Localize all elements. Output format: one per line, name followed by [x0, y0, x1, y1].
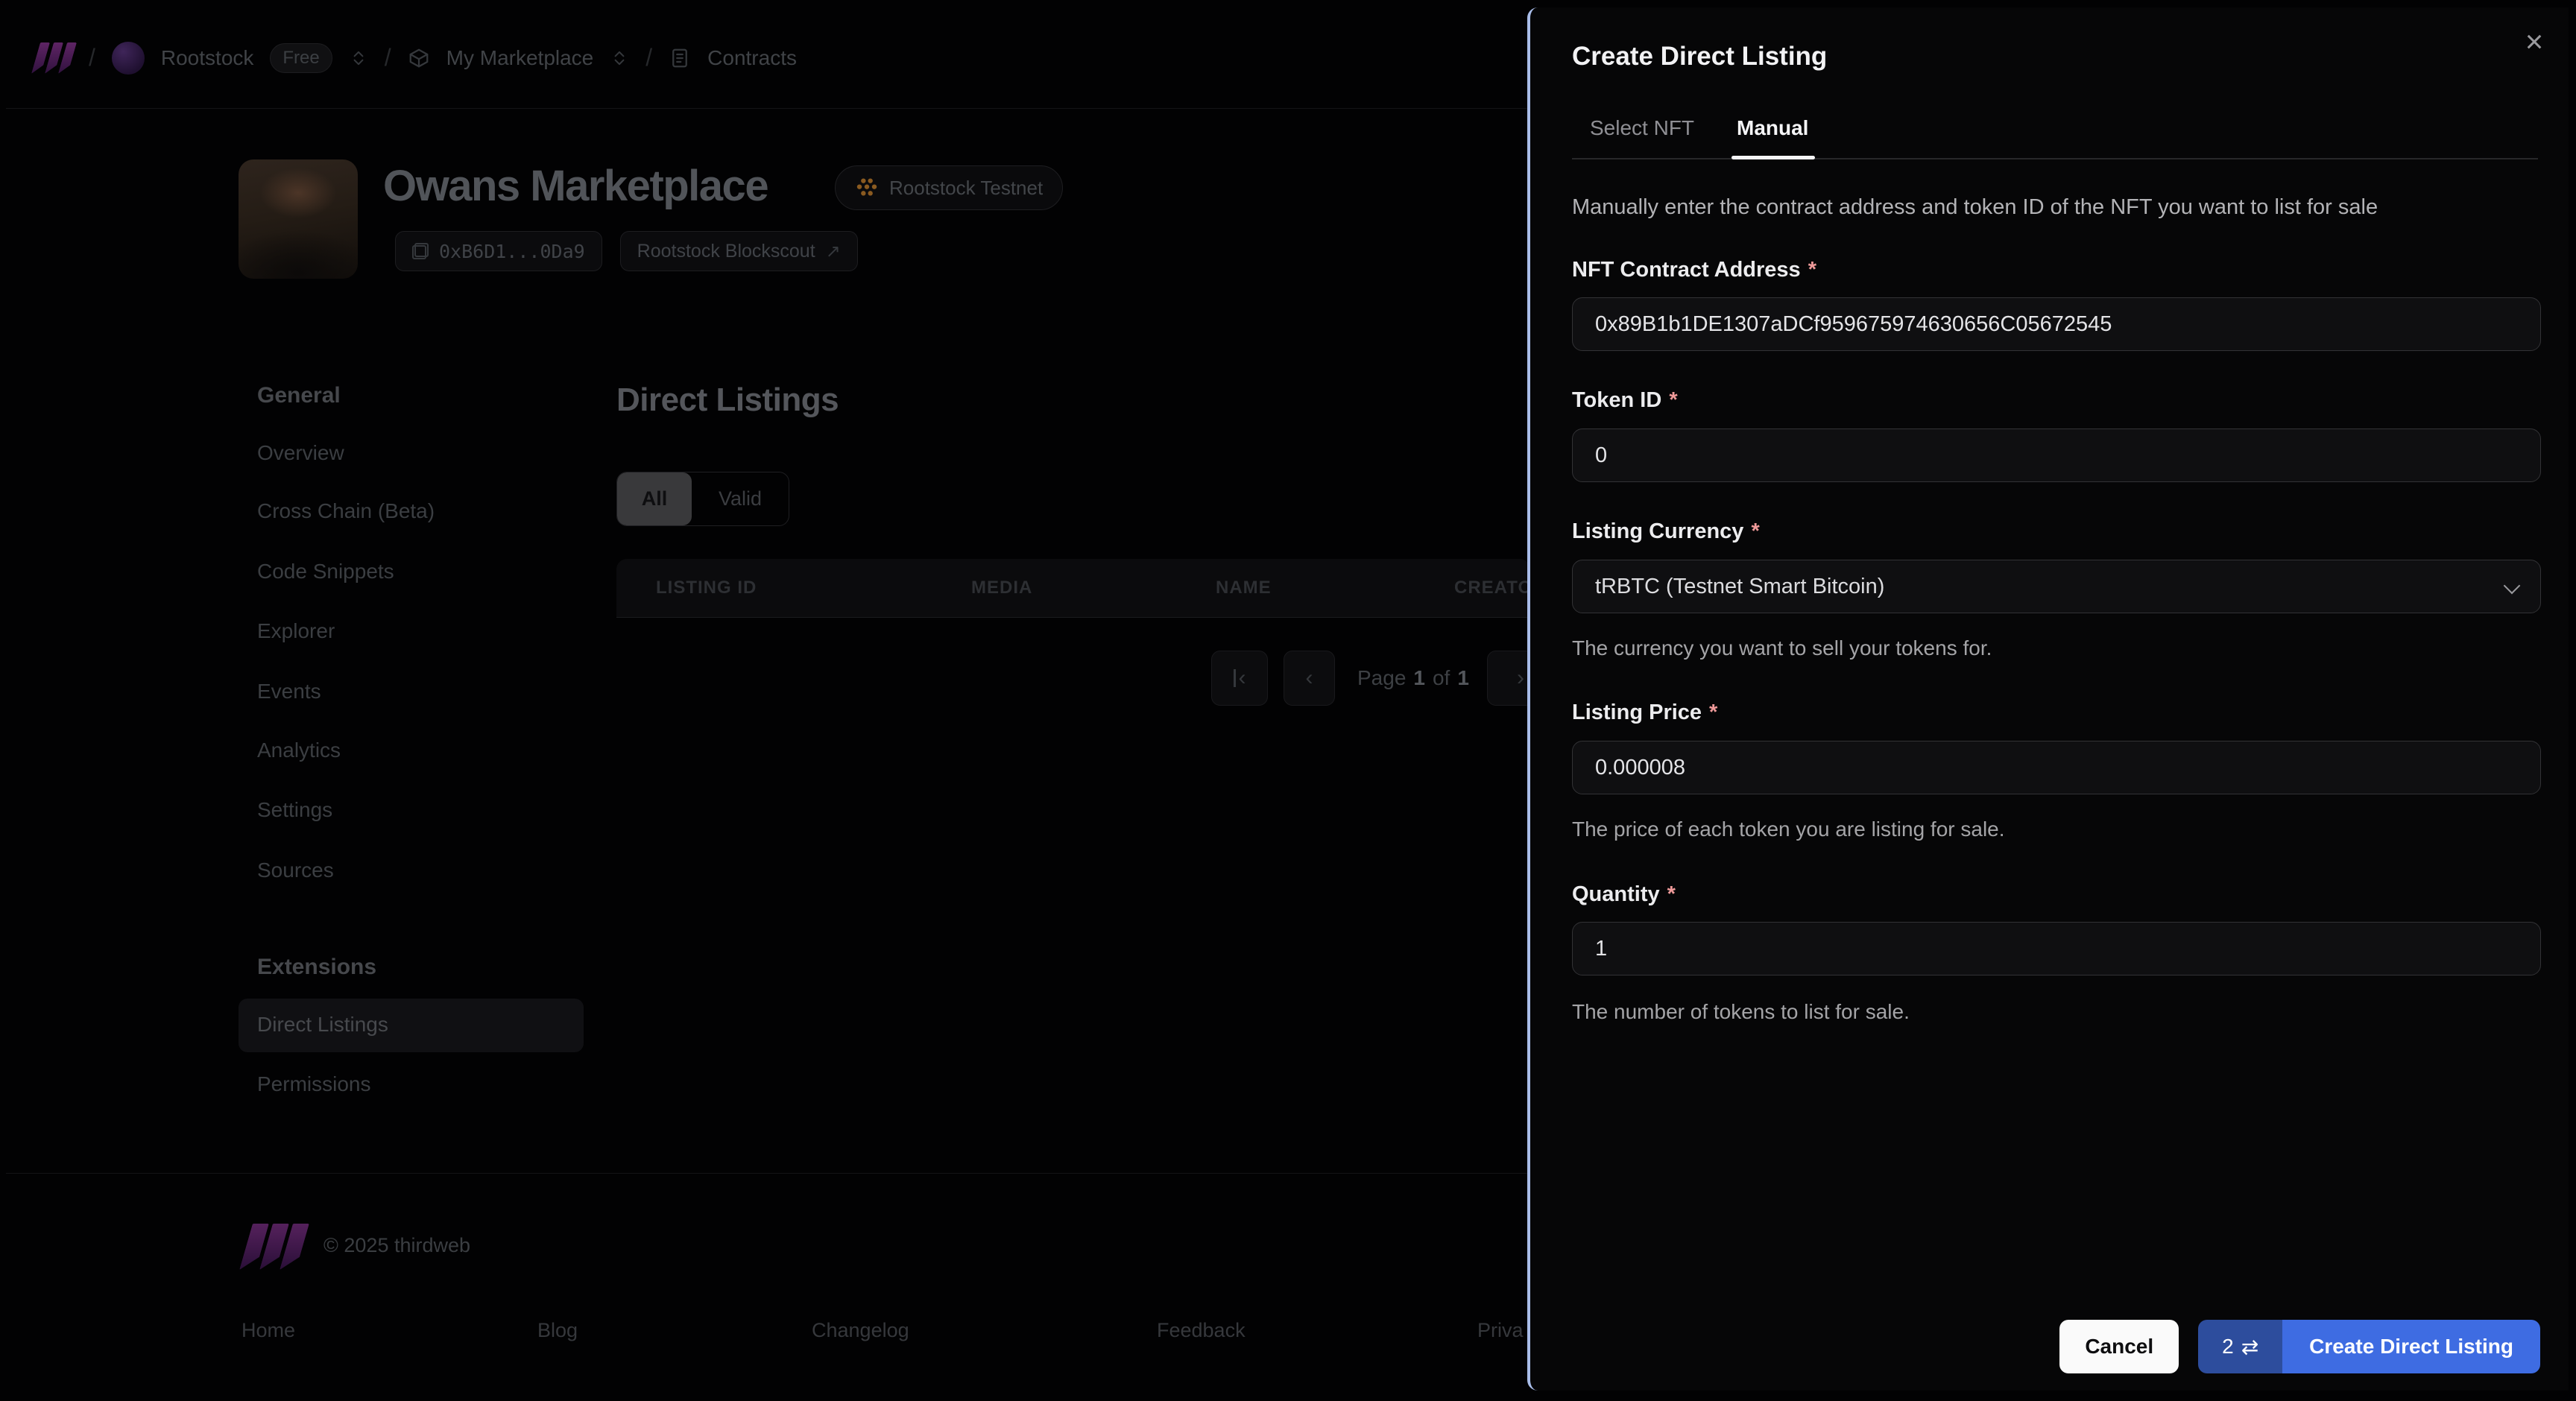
chevron-down-icon [2503, 577, 2521, 595]
team-avatar[interactable] [111, 41, 145, 75]
sidebar-item-overview[interactable]: Overview [257, 441, 344, 465]
create-direct-listing-drawer: × Create Direct Listing Select NFT Manua… [1527, 7, 2569, 1391]
column-listing-id: LISTING ID [656, 578, 757, 598]
sidebar-item-direct-listings[interactable]: Direct Listings [257, 1013, 388, 1037]
contract-address-copy-button[interactable]: 0xB6D1...0Da9 [395, 231, 602, 271]
sidebar-item-analytics[interactable]: Analytics [257, 739, 341, 762]
breadcrumb-separator: / [645, 44, 653, 71]
drawer-actions: Cancel 2 ⇄ Create Direct Listing [2059, 1320, 2540, 1373]
page-title: Owans Marketplace [383, 162, 769, 210]
chevron-up-down-icon[interactable] [349, 48, 368, 68]
sidebar-item-explorer[interactable]: Explorer [257, 619, 335, 643]
cancel-button[interactable]: Cancel [2059, 1320, 2179, 1373]
cube-icon [409, 48, 429, 67]
footer-link-home[interactable]: Home [242, 1319, 295, 1342]
footer-link-feedback[interactable]: Feedback [1157, 1319, 1246, 1342]
submit-split-button: 2 ⇄ Create Direct Listing [2198, 1320, 2540, 1373]
breadcrumb-contracts[interactable]: Contracts [707, 46, 797, 70]
first-page-button[interactable]: ‹ [1211, 651, 1268, 706]
filter-tab-all[interactable]: All [617, 472, 692, 525]
marketplace-avatar [239, 159, 358, 279]
copy-icon [412, 243, 429, 259]
next-page-icon: › [1517, 665, 1524, 690]
sidebar-item-permissions[interactable]: Permissions [257, 1072, 370, 1096]
contract-address-input[interactable] [1572, 297, 2541, 351]
active-tab-indicator [1731, 156, 1815, 159]
rootstock-dots-icon [856, 178, 877, 196]
network-badge[interactable]: Rootstock Testnet [835, 165, 1064, 210]
token-id-label: Token ID * [1572, 388, 1678, 412]
required-marker: * [1751, 519, 1760, 543]
network-badge-label: Rootstock Testnet [889, 176, 1044, 199]
sidebar-item-code-snippets[interactable]: Code Snippets [257, 560, 394, 584]
footer-link-privacy[interactable]: Priva [1477, 1319, 1524, 1342]
listing-currency-value: tRBTC (Testnet Smart Bitcoin) [1595, 574, 1885, 598]
section-title: Direct Listings [616, 382, 839, 418]
prev-page-button[interactable]: ‹ [1284, 651, 1335, 706]
quantity-input[interactable] [1572, 922, 2541, 975]
listing-price-label: Listing Price * [1572, 700, 1718, 724]
sidebar-section-general: General [257, 383, 341, 408]
listings-table-header: LISTING ID MEDIA NAME CREATOR [616, 559, 1545, 618]
drawer-description: Manually enter the contract address and … [1572, 195, 2378, 219]
footer-link-blog[interactable]: Blog [537, 1319, 578, 1342]
create-direct-listing-button[interactable]: Create Direct Listing [2282, 1320, 2540, 1373]
filter-tab-valid[interactable]: Valid [692, 472, 789, 525]
tab-track [1572, 158, 2538, 159]
required-marker: * [1669, 388, 1678, 412]
copyright-text: © 2025 thirdweb [323, 1234, 471, 1256]
listing-currency-label: Listing Currency * [1572, 519, 1760, 543]
required-marker: * [1667, 882, 1676, 906]
pagination: ‹ ‹ Page 1 of 1 › [616, 651, 1585, 706]
listing-currency-help: The currency you want to sell your token… [1572, 636, 1992, 660]
sidebar-item-events[interactable]: Events [257, 680, 321, 703]
quantity-label: Quantity * [1572, 882, 1676, 906]
thirdweb-logo-icon[interactable] [36, 42, 72, 74]
contract-address-label: NFT Contract Address * [1572, 258, 1816, 282]
close-icon[interactable]: × [2516, 24, 2552, 60]
chevron-up-down-icon[interactable] [610, 48, 629, 68]
external-link-icon: ↗ [825, 241, 841, 262]
required-marker: * [1709, 700, 1718, 724]
required-marker: * [1808, 258, 1816, 282]
tab-manual[interactable]: Manual [1737, 110, 1808, 146]
token-id-input[interactable] [1572, 428, 2541, 482]
swap-arrows-icon: ⇄ [2241, 1335, 2259, 1359]
listing-price-input[interactable] [1572, 741, 2541, 794]
listing-currency-select[interactable]: tRBTC (Testnet Smart Bitcoin) [1572, 560, 2541, 613]
column-media: MEDIA [971, 578, 1033, 598]
sidebar-item-cross-chain[interactable]: Cross Chain (Beta) [257, 499, 435, 523]
breadcrumb-team[interactable]: Rootstock [161, 46, 254, 70]
breadcrumb-separator: / [89, 44, 95, 71]
footer-link-changelog[interactable]: Changelog [812, 1319, 909, 1342]
prev-page-icon: ‹ [1305, 665, 1313, 690]
listing-price-help: The price of each token you are listing … [1572, 817, 2005, 841]
app-root: / Rootstock Free / My Marketplace / Cont… [0, 0, 2576, 1401]
sidebar-item-settings[interactable]: Settings [257, 798, 332, 822]
page-indicator: Page 1 of 1 [1357, 666, 1469, 689]
sidebar-section-extensions: Extensions [257, 955, 377, 979]
explorer-label: Rootstock Blockscout [637, 240, 815, 262]
hero-meta-row: 0xB6D1...0Da9 Rootstock Blockscout ↗ [395, 231, 858, 271]
listings-filter-tabs: All Valid [616, 472, 789, 526]
thirdweb-footer-logo-icon[interactable] [246, 1224, 303, 1270]
quantity-help: The number of tokens to list for sale. [1572, 1000, 1910, 1023]
drawer-title: Create Direct Listing [1572, 42, 1828, 71]
footer-divider [6, 1173, 1530, 1174]
plan-badge: Free [270, 42, 332, 73]
tab-select-nft[interactable]: Select NFT [1590, 110, 1694, 146]
breadcrumb-separator: / [384, 44, 391, 71]
transaction-count-button[interactable]: 2 ⇄ [2198, 1320, 2283, 1373]
top-navigation: / Rootstock Free / My Marketplace / Cont… [6, 7, 1530, 109]
explorer-link-button[interactable]: Rootstock Blockscout ↗ [619, 231, 858, 271]
transaction-count: 2 [2222, 1335, 2234, 1358]
sidebar-item-sources[interactable]: Sources [257, 858, 334, 882]
column-name: NAME [1216, 578, 1272, 598]
contract-doc-icon [672, 48, 688, 67]
contract-address-short: 0xB6D1...0Da9 [439, 240, 585, 262]
first-page-icon: ‹ [1238, 665, 1246, 690]
breadcrumb-project[interactable]: My Marketplace [446, 46, 594, 70]
